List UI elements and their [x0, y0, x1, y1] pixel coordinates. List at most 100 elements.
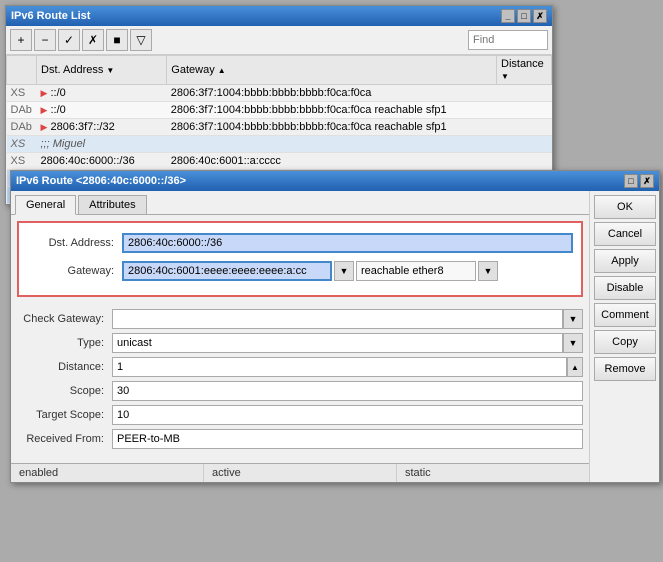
- row-gateway: 2806:3f7:1004:bbbb:bbbb:bbbb:f0ca:f0ca r…: [167, 119, 497, 136]
- gateway-label: Gateway:: [27, 265, 122, 277]
- highlighted-form-panel: Dst. Address: Gateway: ▼ ▼: [17, 221, 583, 297]
- outer-form: Check Gateway: ▼ Type: ▼ Distance:: [11, 303, 589, 459]
- toolbar: + − ✓ ✗ ■ ▽: [6, 26, 552, 55]
- detail-title: IPv6 Route <2806:40c:6000::/36>: [16, 175, 186, 187]
- table-row[interactable]: XS 2806:40c:6000::/36 2806:40c:6001::a:c…: [7, 153, 552, 170]
- check-gateway-dropdown[interactable]: ▼: [563, 309, 583, 329]
- arrow-icon: ▶: [41, 88, 48, 98]
- maximize-btn[interactable]: □: [517, 9, 531, 23]
- sort-icon-dist: ▼: [501, 72, 509, 81]
- remove-button[interactable]: Remove: [594, 357, 656, 381]
- tab-attributes[interactable]: Attributes: [78, 195, 146, 214]
- row-dst: ▶ ::/0: [37, 102, 167, 119]
- row-type: DAb: [7, 119, 37, 136]
- check-btn[interactable]: ✓: [58, 29, 80, 51]
- find-input[interactable]: [468, 30, 548, 50]
- table-row[interactable]: XS ▶ ::/0 2806:3f7:1004:bbbb:bbbb:bbbb:f…: [7, 85, 552, 102]
- comment-button[interactable]: Comment: [594, 303, 656, 327]
- gateway-dropdown-btn[interactable]: ▼: [334, 261, 354, 281]
- row-gateway: 2806:40c:6001::a:cccc: [167, 153, 497, 170]
- copy-btn[interactable]: ■: [106, 29, 128, 51]
- main-panel: General Attributes Dst. Address: Gateway…: [11, 191, 589, 482]
- type-row: Type: ▼: [17, 333, 583, 353]
- filter-btn[interactable]: ▽: [130, 29, 152, 51]
- table-row[interactable]: DAb ▶ ::/0 2806:3f7:1004:bbbb:bbbb:bbbb:…: [7, 102, 552, 119]
- row-dst: ▶ ::/0: [37, 85, 167, 102]
- status-bar: enabled active static: [11, 463, 589, 482]
- status-enabled: enabled: [11, 464, 204, 482]
- check-gateway-input[interactable]: [112, 309, 563, 329]
- add-btn[interactable]: +: [10, 29, 32, 51]
- status-static: static: [397, 464, 589, 482]
- cancel-button[interactable]: Cancel: [594, 222, 656, 246]
- row-type: XS: [7, 153, 37, 170]
- col-gateway: Gateway ▲: [167, 56, 497, 85]
- check-gateway-label: Check Gateway:: [17, 313, 112, 325]
- side-buttons: OK Cancel Apply Disable Comment Copy Rem…: [589, 191, 659, 482]
- table-row[interactable]: DAb ▶ 2806:3f7::/32 2806:3f7:1004:bbbb:b…: [7, 119, 552, 136]
- remove-btn[interactable]: −: [34, 29, 56, 51]
- col-distance: Distance ▼: [497, 56, 552, 85]
- type-label: Type:: [17, 337, 112, 349]
- scope-label: Scope:: [17, 385, 112, 397]
- route-detail-window: IPv6 Route <2806:40c:6000::/36> □ ✗ Gene…: [10, 170, 660, 483]
- arrow-icon: ▶: [41, 105, 48, 115]
- detail-close-btn[interactable]: ✗: [640, 174, 654, 188]
- gateway-suffix-btn[interactable]: ▼: [478, 261, 498, 281]
- check-gateway-field: ▼: [112, 309, 583, 329]
- gateway-row: Gateway: ▼ ▼: [27, 259, 573, 283]
- received-from-label: Received From:: [17, 433, 112, 445]
- scope-row: Scope:: [17, 381, 583, 401]
- sort-icon: ▼: [106, 66, 114, 75]
- row-distance: [497, 85, 552, 102]
- received-from-input[interactable]: [112, 429, 583, 449]
- detail-maximize-btn[interactable]: □: [624, 174, 638, 188]
- apply-button[interactable]: Apply: [594, 249, 656, 273]
- target-scope-label: Target Scope:: [17, 409, 112, 421]
- target-scope-input[interactable]: [112, 405, 583, 425]
- row-dst: 2806:40c:6000::/36: [37, 153, 167, 170]
- ok-button[interactable]: OK: [594, 195, 656, 219]
- row-distance: [497, 119, 552, 136]
- type-input[interactable]: [112, 333, 563, 353]
- type-field: ▼: [112, 333, 583, 353]
- arrow-icon: ▶: [41, 122, 48, 132]
- gateway-field-group: ▼ ▼: [122, 261, 573, 281]
- scope-input[interactable]: [112, 381, 583, 401]
- type-dropdown[interactable]: ▼: [563, 333, 583, 353]
- target-scope-row: Target Scope:: [17, 405, 583, 425]
- dst-label: Dst. Address:: [27, 237, 122, 249]
- copy-button[interactable]: Copy: [594, 330, 656, 354]
- check-gateway-row: Check Gateway: ▼: [17, 309, 583, 329]
- distance-scroll-up[interactable]: ▲: [567, 357, 583, 377]
- col-type: [7, 56, 37, 85]
- gateway-input[interactable]: [122, 261, 332, 281]
- route-list-title-bar: IPv6 Route List _ □ ✗: [6, 6, 552, 26]
- gateway-suffix-input[interactable]: [356, 261, 476, 281]
- tabs: General Attributes: [11, 191, 589, 215]
- distance-row: Distance: ▲: [17, 357, 583, 377]
- row-distance: [497, 102, 552, 119]
- detail-title-btns: □ ✗: [624, 174, 654, 188]
- table-row-group: XS ;;; Miguel: [7, 136, 552, 153]
- row-group-label: ;;; Miguel: [37, 136, 552, 153]
- distance-label: Distance:: [17, 361, 112, 373]
- close-btn[interactable]: ✗: [533, 9, 547, 23]
- col-dst: Dst. Address ▼: [37, 56, 167, 85]
- received-from-row: Received From:: [17, 429, 583, 449]
- row-distance: [497, 153, 552, 170]
- minimize-btn[interactable]: _: [501, 9, 515, 23]
- row-gateway: 2806:3f7:1004:bbbb:bbbb:bbbb:f0ca:f0ca r…: [167, 102, 497, 119]
- dst-address-input[interactable]: [122, 233, 573, 253]
- row-type: XS: [7, 136, 37, 153]
- status-active: active: [204, 464, 397, 482]
- cancel-btn[interactable]: ✗: [82, 29, 104, 51]
- disable-button[interactable]: Disable: [594, 276, 656, 300]
- route-list-title: IPv6 Route List: [11, 10, 90, 22]
- distance-input[interactable]: [112, 357, 567, 377]
- distance-field: ▲: [112, 357, 583, 377]
- title-bar-buttons: _ □ ✗: [501, 9, 547, 23]
- sort-icon-gw: ▲: [218, 66, 226, 75]
- row-type: DAb: [7, 102, 37, 119]
- tab-general[interactable]: General: [15, 195, 76, 215]
